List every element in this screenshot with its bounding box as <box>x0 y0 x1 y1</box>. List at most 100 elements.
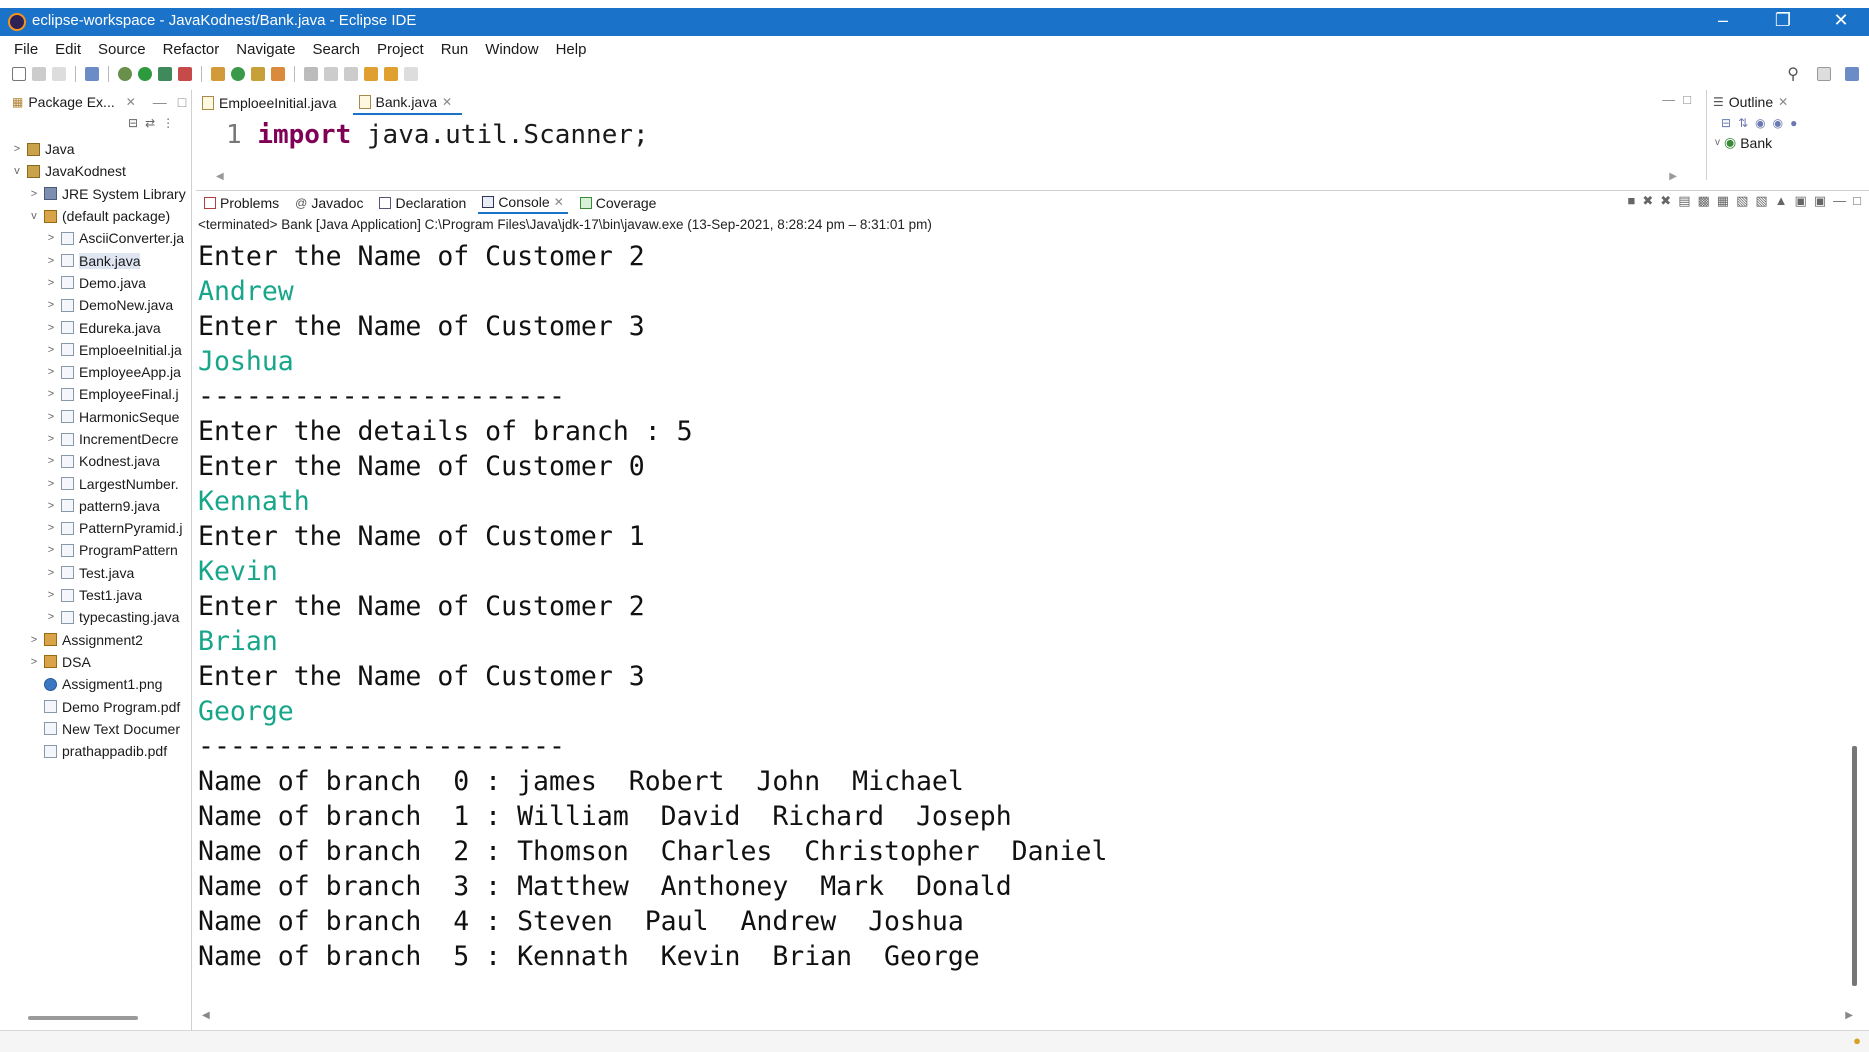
link-editor-icon[interactable]: ⇄ <box>145 116 155 130</box>
pin-console-icon[interactable]: ▲ <box>1775 193 1788 209</box>
tab-declaration[interactable]: Declaration <box>375 192 470 214</box>
search-tool-icon[interactable] <box>271 67 285 81</box>
word-wrap-icon[interactable]: ▦ <box>1717 193 1729 209</box>
menu-run[interactable]: Run <box>441 41 469 58</box>
show-stderr-icon[interactable]: ▧ <box>1755 193 1767 209</box>
restore-button[interactable]: ❐ <box>1760 10 1806 31</box>
clear-console-icon[interactable]: ▤ <box>1678 193 1690 209</box>
chevron-right-icon[interactable]: > <box>44 366 58 378</box>
save-icon[interactable] <box>32 67 46 81</box>
chevron-right-icon[interactable]: > <box>44 455 58 467</box>
search-icon[interactable]: ⚲ <box>1787 64 1799 84</box>
chevron-down-icon[interactable]: v <box>10 165 24 177</box>
close-tab-icon[interactable]: ✕ <box>442 95 452 109</box>
chevron-right-icon[interactable]: > <box>27 188 41 200</box>
chevron-right-icon[interactable]: > <box>44 255 58 267</box>
tree-item[interactable]: Demo Program.pdf <box>6 695 192 717</box>
prev-annotation-icon[interactable] <box>344 67 358 81</box>
menu-help[interactable]: Help <box>556 41 587 58</box>
tree-item[interactable]: > ProgramPattern <box>6 539 192 561</box>
tip-icon[interactable]: ● <box>1853 1033 1861 1048</box>
chevron-right-icon[interactable]: > <box>44 277 58 289</box>
tree-item[interactable]: > LargestNumber. <box>6 472 192 494</box>
tree-item[interactable]: > PatternPyramid.j <box>6 517 192 539</box>
remove-all-icon[interactable]: ✖ <box>1660 193 1671 209</box>
chevron-right-icon[interactable]: > <box>27 634 41 646</box>
outline-tab[interactable]: ☰ Outline ✕ <box>1707 90 1788 114</box>
tab-emploeeinitial[interactable]: EmploeeInitial.java <box>196 91 347 115</box>
external-tools-icon[interactable] <box>178 67 192 81</box>
tree-item[interactable]: > Java <box>6 138 192 160</box>
tree-item[interactable]: > HarmonicSeque <box>6 406 192 428</box>
chevron-right-icon[interactable]: > <box>44 611 58 623</box>
tree-item[interactable]: New Text Documer <box>6 718 192 740</box>
minimize-view-icon[interactable]: — <box>1833 193 1846 209</box>
java-perspective-icon[interactable] <box>1845 67 1859 81</box>
tree-item[interactable]: > EmployeeApp.ja <box>6 361 192 383</box>
tree-item[interactable]: > Kodnest.java <box>6 450 192 472</box>
close-icon[interactable]: ✕ <box>126 95 136 109</box>
new-icon[interactable] <box>12 67 26 81</box>
scroll-right-icon[interactable]: ▶ <box>1669 171 1677 182</box>
tab-coverage[interactable]: Coverage <box>576 192 661 214</box>
chevron-right-icon[interactable]: > <box>10 143 24 155</box>
tree-item[interactable]: > Test.java <box>6 562 192 584</box>
minimize-button[interactable]: – <box>1700 10 1746 31</box>
chevron-right-icon[interactable]: > <box>44 522 58 534</box>
menu-navigate[interactable]: Navigate <box>236 41 295 58</box>
debug-icon[interactable] <box>118 67 132 81</box>
new-class-icon[interactable] <box>231 67 245 81</box>
maximize-editor-icon[interactable]: □ <box>1683 92 1691 107</box>
tree-item[interactable]: > DemoNew.java <box>6 294 192 316</box>
open-type-icon[interactable] <box>251 67 265 81</box>
view-menu-icon[interactable]: ⋮ <box>162 116 174 130</box>
console-output[interactable]: Enter the Name of Customer 2 Andrew Enter … <box>198 239 1845 974</box>
tree-item[interactable]: > Test1.java <box>6 584 192 606</box>
pin-editor-icon[interactable] <box>404 67 418 81</box>
tree-item[interactable]: > Edureka.java <box>6 316 192 338</box>
package-explorer-scrollbar[interactable] <box>28 1016 138 1020</box>
menu-source[interactable]: Source <box>98 41 146 58</box>
maximize-view-icon[interactable]: □ <box>1853 193 1861 209</box>
minimize-editor-icon[interactable]: — <box>1662 92 1675 107</box>
chevron-right-icon[interactable]: > <box>44 567 58 579</box>
scroll-left-icon[interactable]: ◀ <box>202 1010 210 1021</box>
tree-item[interactable]: > IncrementDecre <box>6 428 192 450</box>
tree-item[interactable]: > pattern9.java <box>6 495 192 517</box>
close-icon[interactable]: ✕ <box>1778 95 1788 109</box>
chevron-right-icon[interactable]: > <box>44 544 58 556</box>
annotation-icon[interactable] <box>304 67 318 81</box>
chevron-right-icon[interactable]: > <box>44 344 58 356</box>
save-all-icon[interactable] <box>52 67 66 81</box>
run-icon[interactable] <box>138 67 152 81</box>
terminal-icon[interactable] <box>85 67 99 81</box>
minimize-view-icon[interactable]: — <box>153 94 167 110</box>
scroll-right-icon[interactable]: ▶ <box>1845 1010 1853 1021</box>
console-horizontal-scrollbar[interactable]: ◀ ▶ <box>202 1008 1853 1022</box>
chevron-right-icon[interactable]: > <box>44 478 58 490</box>
tree-item[interactable]: > EmploeeInitial.ja <box>6 339 192 361</box>
package-explorer-tab[interactable]: ▦ Package Ex... ✕ — □ <box>6 90 186 114</box>
scroll-lock-icon[interactable]: ▩ <box>1697 193 1709 209</box>
chevron-right-icon[interactable]: > <box>44 500 58 512</box>
chevron-right-icon[interactable]: > <box>27 656 41 668</box>
close-tab-icon[interactable]: ✕ <box>554 195 564 209</box>
tree-item[interactable]: Assigment1.png <box>6 673 192 695</box>
tab-problems[interactable]: Problems <box>200 192 283 214</box>
outline-item-bank[interactable]: v ◉ Bank <box>1715 134 1772 151</box>
coverage-icon[interactable] <box>158 67 172 81</box>
tree-item[interactable]: prathappadib.pdf <box>6 740 192 762</box>
hide-static-icon[interactable]: ◉ <box>1773 116 1783 130</box>
collapse-all-icon[interactable]: ⊟ <box>128 116 138 130</box>
code-line-1[interactable]: 1 import java.util.Scanner; <box>226 120 649 150</box>
new-java-project-icon[interactable] <box>211 67 225 81</box>
chevron-right-icon[interactable]: > <box>44 411 58 423</box>
chevron-right-icon[interactable]: > <box>44 589 58 601</box>
chevron-right-icon[interactable]: > <box>44 299 58 311</box>
maximize-view-icon[interactable]: □ <box>178 94 186 110</box>
forward-icon[interactable] <box>384 67 398 81</box>
display-console-icon[interactable]: ▣ <box>1795 193 1807 209</box>
tree-item[interactable]: > typecasting.java <box>6 606 192 628</box>
terminate-icon[interactable]: ■ <box>1628 193 1636 209</box>
tree-item[interactable]: v JavaKodnest <box>6 160 192 182</box>
